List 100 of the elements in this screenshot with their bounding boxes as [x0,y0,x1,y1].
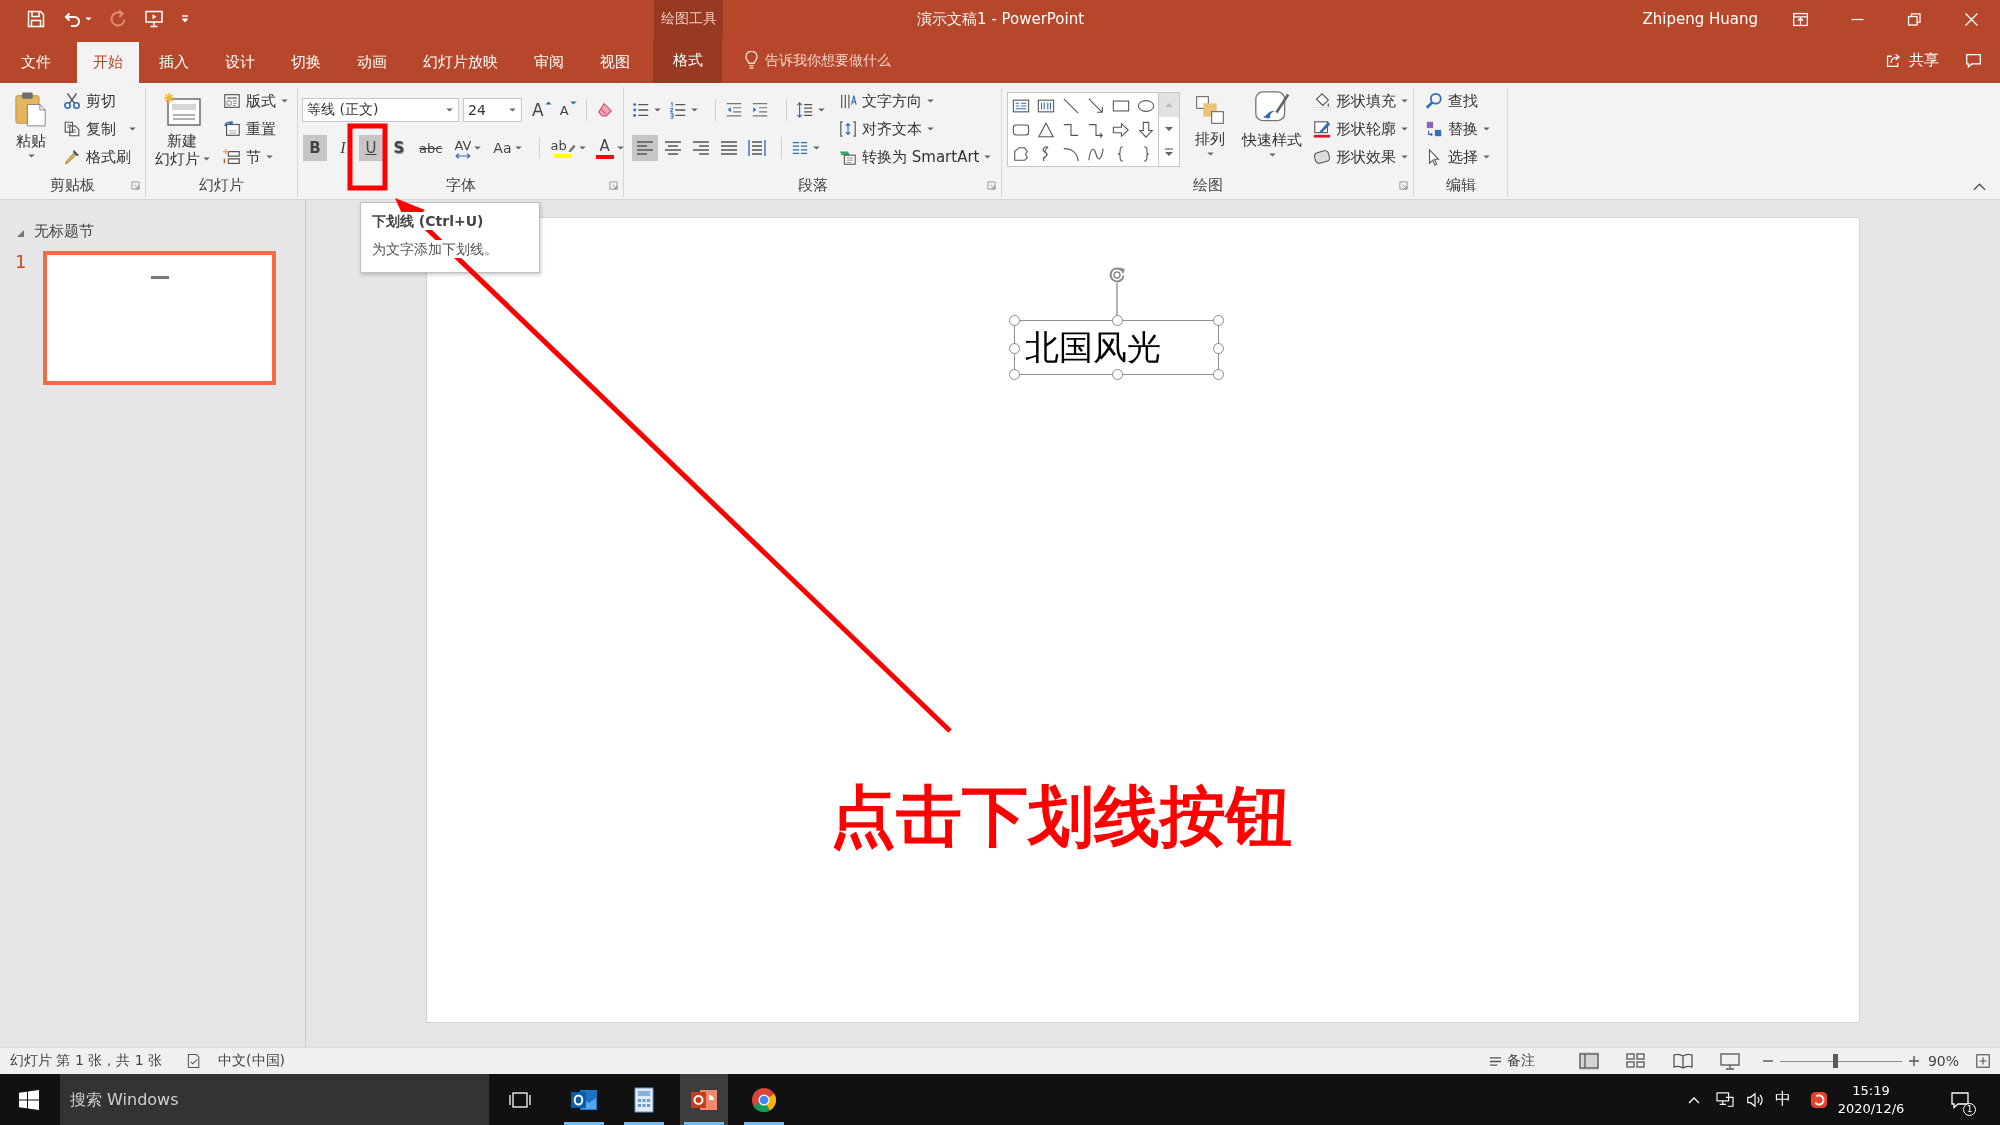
normal-view-icon[interactable] [1578,1052,1599,1070]
strikethrough-button[interactable]: abc [415,135,447,161]
resize-handle[interactable] [1111,315,1123,326]
rounded-rectangle-shape-icon[interactable] [1011,121,1030,139]
ribbon-tab[interactable]: 开始 [77,42,139,83]
paste-button[interactable]: 粘贴 [8,87,54,158]
save-icon[interactable] [26,9,46,29]
caret-icon[interactable] [818,108,825,112]
new-slide-button[interactable]: 新建 幻灯片 [152,87,212,168]
ribbon-tab[interactable]: 幻灯片放映 [407,42,514,83]
section-title[interactable]: 无标题节 [34,221,94,241]
replace-button[interactable]: 替换 [1422,115,1493,143]
share-button[interactable]: 共享 [1885,38,1939,83]
arrange-button[interactable]: 排列 [1188,87,1232,156]
copy-button[interactable]: 复制 [60,115,139,143]
convert-to-smartart-button[interactable]: 转换为 SmartArt [836,143,995,171]
caret-icon[interactable] [691,108,698,112]
increase-indent-icon[interactable] [751,101,769,119]
clock-date[interactable]: 2020/12/6 [1837,1099,1905,1118]
elbow-connector-shape-icon[interactable] [1061,121,1080,139]
increase-font-size-button[interactable]: A [532,98,552,122]
zoom-level-text[interactable]: 90% [1927,1053,1959,1069]
shape-effects-button[interactable]: 形状效果 [1310,143,1411,171]
ribbon-tab[interactable]: 格式 [653,38,722,83]
vertical-text-box-shape-icon[interactable] [1036,97,1055,115]
reading-view-icon[interactable] [1672,1052,1693,1070]
resize-handle[interactable] [1009,342,1020,354]
volume-icon[interactable] [1746,1090,1764,1109]
line-spacing-icon[interactable] [796,101,814,119]
underline-button[interactable]: U [359,135,383,161]
caret-icon[interactable] [85,17,92,21]
text-direction-button[interactable]: 文字方向 [836,87,995,115]
restore-icon[interactable] [1906,10,1923,28]
ribbon-tab[interactable]: 插入 [143,42,205,83]
collapse-ribbon-icon[interactable] [1973,183,1986,191]
highlight-color-button[interactable]: ab [548,135,588,161]
input-method-indicator[interactable]: 中 [1775,1089,1791,1110]
notes-button[interactable]: 备注 [1488,1052,1535,1070]
ribbon-tab[interactable]: 审阅 [518,42,580,83]
down-arrow-shape-icon[interactable] [1136,121,1155,139]
italic-button[interactable]: I [331,135,355,161]
start-menu-icon[interactable] [19,1089,39,1110]
text-box-shape-icon[interactable] [1011,97,1030,115]
tell-me-button[interactable]: 告诉我你想要做什么 [745,38,891,83]
clock-time[interactable]: 15:19 [1852,1081,1890,1100]
rectangle-shape-icon[interactable] [1111,97,1130,115]
slide-sorter-icon[interactable] [1625,1052,1646,1070]
ribbon-display-options-icon[interactable] [1792,10,1809,28]
font-size-field[interactable]: 24 [463,98,522,122]
shape-fill-button[interactable]: 形状填充 [1310,87,1411,115]
input-method-app-icon[interactable] [1810,1090,1828,1109]
shape-outline-button[interactable]: 形状轮廓 [1310,115,1411,143]
slide-thumbnail[interactable] [43,251,276,385]
eraser-icon[interactable] [595,101,614,119]
quick-styles-button[interactable]: 快速样式 [1238,87,1306,157]
section-button[interactable]: 节 [220,143,291,171]
language-text[interactable]: 中文(中国) [218,1052,285,1070]
task-view-icon[interactable] [509,1089,531,1110]
cut-button[interactable]: 剪切 [60,87,139,115]
customize-menu-icon[interactable] [180,14,190,24]
search-field[interactable]: 搜索 Windows [60,1074,489,1125]
comment-icon[interactable] [1965,52,1982,69]
text-shadow-button[interactable]: S [387,135,411,161]
zoom-slider-thumb[interactable] [1832,1054,1838,1068]
taskbar-app-button[interactable] [680,1074,728,1125]
presentation-screen-icon[interactable] [144,9,164,29]
arc-shape-icon[interactable] [1061,145,1080,163]
slideshow-view-icon[interactable] [1719,1052,1740,1070]
elbow-arrow-shape-icon[interactable] [1086,121,1105,139]
columns-icon[interactable] [791,139,809,157]
line-shape-icon[interactable] [1061,97,1080,115]
font-color-button[interactable]: A [593,135,626,161]
reset-button[interactable]: 重置 [220,115,291,143]
decrease-indent-icon[interactable] [725,101,743,119]
ribbon-tab[interactable]: 设计 [209,42,271,83]
zoom-in-icon[interactable] [1907,1055,1920,1067]
select-button[interactable]: 选择 [1422,143,1493,171]
show-hidden-icons-icon[interactable] [1688,1095,1700,1104]
bullets-icon[interactable] [632,101,650,119]
numbering-icon[interactable] [669,101,687,119]
ribbon-tab[interactable]: 动画 [341,42,403,83]
resize-handle[interactable] [1213,315,1224,326]
character-spacing-button[interactable]: AV [450,135,486,161]
resize-handle[interactable] [1111,369,1123,380]
ribbon-tab[interactable]: 文件 [5,42,67,83]
resize-handle[interactable] [1213,342,1224,354]
align-left-icon[interactable] [632,135,658,161]
resize-handle[interactable] [1009,315,1020,326]
change-case-button[interactable]: Aa [489,135,526,161]
notification-icon[interactable] [1950,1089,1970,1110]
arrow-line-shape-icon[interactable] [1086,97,1105,115]
oval-shape-icon[interactable] [1136,97,1155,115]
caret-icon[interactable] [813,146,820,150]
bold-button[interactable]: B [303,135,327,161]
right-arrow-shape-icon[interactable] [1111,121,1130,139]
network-icon[interactable] [1716,1091,1734,1108]
caret-icon[interactable] [654,108,661,112]
user-name[interactable]: Zhipeng Huang [1642,10,1758,28]
resize-handle[interactable] [1009,369,1020,380]
find-button[interactable]: 查找 [1422,87,1493,115]
